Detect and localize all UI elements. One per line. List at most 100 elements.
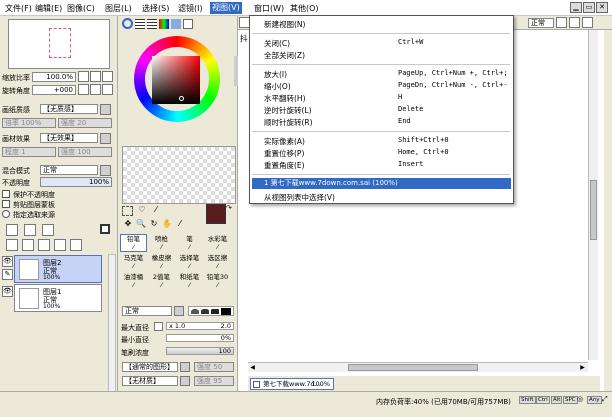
eye-icon[interactable]: 👁 [2,256,13,267]
brush-shape-4-icon[interactable] [221,308,231,315]
tool-select-eraser[interactable]: 选区擦 ⁄ [204,253,231,271]
view-menu-flip[interactable]: 水平翻转(H) [264,93,306,104]
scroll-right-icon[interactable]: ▶ [578,364,587,371]
canvas-vertical-scrollbar[interactable] [588,30,598,360]
view-tab[interactable]: 第七下载www.7d... 100% [250,378,334,390]
color-wheel-icon[interactable] [122,18,133,29]
clear-layer-icon[interactable] [38,239,50,251]
brush-shape-options[interactable] [188,306,234,316]
tool-binary-pen[interactable]: 2值笔 ⁄ [148,272,175,290]
saturation-value-square[interactable] [152,56,200,104]
scratchpad[interactable] [122,146,236,204]
lasso-icon[interactable]: ♡ [136,205,148,215]
canvas-btn-2-icon[interactable] [569,17,580,28]
tool-bucket[interactable]: 油漆桶 ⁄ [120,272,147,290]
minimize-icon[interactable]: ▁ [570,2,582,13]
view-menu-actual-pixels[interactable]: 实际像素(A) [264,136,305,147]
canvas-horizontal-scrollbar[interactable]: ◀ ▶ [248,362,588,372]
rotate-field[interactable]: +000 [32,85,76,95]
view-menu-zoom-in[interactable]: 放大(I) [264,69,287,80]
menu-view[interactable]: 视图(V) [210,2,242,14]
menu-select[interactable]: 选择(S) [142,3,169,14]
move-icon[interactable]: ✥ [122,219,134,229]
brush-shape-1-icon[interactable] [191,309,199,314]
rotate-ccw-icon[interactable] [78,84,89,95]
blend-dropdown-icon[interactable] [100,165,111,176]
texture-scale[interactable]: 倍率 100% [2,118,56,128]
texture-select[interactable]: 【无质感】 [40,104,98,114]
brush-shape-select[interactable]: 【通常的图形】 [122,362,178,372]
view-menu-open-view-1[interactable]: 1 第七下载www.7down.com.sai (100%) [252,178,511,189]
canvas-btn-1-icon[interactable] [556,17,567,28]
layer-scrollbar[interactable] [108,254,116,404]
view-menu-zoom-out[interactable]: 缩小(O) [264,81,291,92]
view-menu-reset-position[interactable]: 重置位移(P) [264,148,304,159]
menu-window[interactable]: 窗口(W) [254,3,284,14]
close-icon[interactable]: ✕ [596,2,608,13]
menu-layer[interactable]: 图层(L) [105,3,132,14]
swatch-icon[interactable] [171,19,181,29]
rotate-cw-icon[interactable] [90,84,101,95]
tool-pencil30[interactable]: 铅笔30 ⁄ [204,272,231,290]
resize-grip-icon[interactable]: ⤢ [602,395,608,404]
merge-down-icon[interactable] [22,239,34,251]
brush-shape-strength[interactable]: 强度 50 [194,362,234,372]
tool-pencil[interactable]: 铅笔 ⁄ [120,234,147,252]
tool-eraser[interactable]: 橡皮擦 ⁄ [148,253,175,271]
menu-other[interactable]: 其他(O) [290,3,319,14]
zoom-out-icon[interactable] [78,71,89,82]
foreground-color[interactable] [206,204,226,224]
eye-icon[interactable]: 👁 [2,286,13,297]
brush-material-select[interactable]: 【无材质】 [122,376,178,386]
brush-mode-select[interactable]: 正常 [122,306,172,316]
tool-washi-pen[interactable]: 和纸笔 ⁄ [176,272,203,290]
menu-file[interactable]: 文件(F) [5,3,32,14]
max-size-slider[interactable]: x 1.0 2.0 [166,322,234,330]
scroll-left-icon[interactable]: ◀ [248,364,257,371]
texture-strength[interactable]: 强度 20 [58,118,112,128]
eyedropper-icon[interactable]: ⁄ [174,219,186,229]
zoom-icon[interactable]: 🔍 [135,219,147,229]
rect-select-icon[interactable] [122,206,133,216]
tool-watercolor[interactable]: 水彩笔 ⁄ [204,234,231,252]
layer-settings-icon[interactable] [70,239,82,251]
new-folder-icon[interactable] [42,224,54,236]
hand-icon[interactable]: ✋ [161,219,173,229]
tool-marker[interactable]: 马克笔 ⁄ [120,253,147,271]
tool-brush[interactable]: 笔 ⁄ [176,234,203,252]
rotate-reset-icon[interactable] [102,84,113,95]
restore-icon[interactable]: ▭ [583,2,595,13]
opacity-slider[interactable]: 100% [40,177,112,187]
view-menu-new-view[interactable]: 新建视图(N) [264,19,305,30]
new-layer-icon[interactable] [6,224,18,236]
brush-mode-dropdown-icon[interactable] [174,306,184,316]
brush-shape-2-icon[interactable] [201,309,209,314]
navigator-preview[interactable] [8,19,110,69]
min-size-slider[interactable]: 0% [166,334,234,342]
delete-layer-icon[interactable] [54,239,66,251]
view-menu-close[interactable]: 关闭(C) [264,38,290,49]
view-menu-reset-rotation[interactable]: 重置角度(E) [264,160,305,171]
checkbox-icon[interactable] [2,200,10,208]
tool-select-pen[interactable]: 选择笔 ⁄ [176,253,203,271]
pen-icon[interactable]: ✎ [2,269,13,280]
texture-dropdown-icon[interactable] [100,104,111,115]
checkbox-icon[interactable] [2,190,10,198]
view-menu-rotate-ccw[interactable]: 逆时针旋转(L) [264,105,312,116]
brush-material-strength[interactable]: 强度 95 [194,376,234,386]
menu-image[interactable]: 图像(C) [67,3,95,14]
rgb-slider-icon[interactable] [135,19,145,29]
zoom-field[interactable]: 100.0% [32,72,76,82]
view-menu-close-all[interactable]: 全部关闭(Z) [264,50,305,61]
tool-airbrush[interactable]: 喷枪 ⁄ [148,234,175,252]
view-menu-rotate-cw[interactable]: 顺时针旋转(R) [264,117,313,128]
color-picker-cursor[interactable] [179,96,184,101]
transfer-down-icon[interactable] [6,239,18,251]
effect-strength[interactable]: 强度 100 [58,147,112,157]
brush-shape-dropdown-icon[interactable] [180,362,190,372]
scrollbar-thumb[interactable] [348,364,478,371]
radio-icon[interactable] [2,210,10,218]
zoom-in-icon[interactable] [90,71,101,82]
layer-mask-icon[interactable] [100,224,110,234]
zoom-reset-icon[interactable] [102,71,113,82]
